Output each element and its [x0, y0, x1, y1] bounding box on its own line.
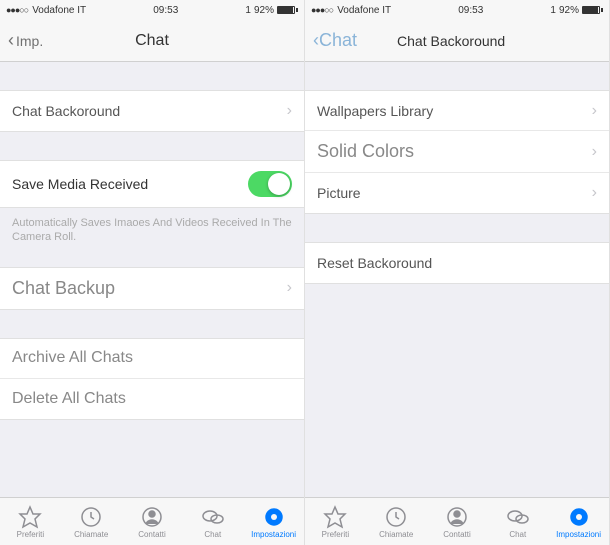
tab-contacts[interactable]: Contatti	[122, 498, 183, 545]
status-bar: ●●●○○ Vodafone IT 09:53 1 92%	[0, 0, 304, 20]
battery-text: 92%	[254, 5, 274, 16]
nav-title: Chat Backoround	[397, 33, 505, 49]
row-label: Chat Backoround	[12, 103, 120, 119]
save-media-description: Automatically Saves Imaoes And Videos Re…	[0, 208, 304, 253]
row-label: Wallpapers Library	[317, 103, 433, 119]
gear-icon	[567, 505, 591, 529]
row-archive-all[interactable]: Archive All Chats	[0, 339, 304, 379]
nav-bar: ‹ Imp. Chat	[0, 20, 304, 62]
tab-favorites[interactable]: Preferiti	[0, 498, 61, 545]
row-label: Archive All Chats	[12, 349, 133, 367]
star-icon	[18, 505, 42, 529]
battery-prefix: 1	[245, 5, 251, 16]
content-area: Wallpapers Library › Solid Colors › Pict…	[305, 62, 609, 497]
tab-bar: Preferiti Chiamate Contatti Chat Imposta…	[0, 497, 304, 545]
nav-title: Chat	[135, 32, 169, 50]
battery-text: 92%	[559, 5, 579, 16]
row-solid-colors[interactable]: Solid Colors ›	[305, 131, 609, 173]
phone-left: ●●●○○ Vodafone IT 09:53 1 92% ‹ Imp. Cha…	[0, 0, 305, 545]
chevron-right-icon: ›	[592, 143, 597, 161]
content-area: Chat Backoround › Save Media Received Au…	[0, 62, 304, 497]
battery-icon	[582, 6, 603, 14]
chevron-right-icon: ›	[592, 184, 597, 202]
chat-icon	[201, 505, 225, 529]
tab-chat[interactable]: Chat	[487, 498, 548, 545]
carrier-text: Vodafone IT	[337, 5, 391, 16]
phone-right: ●●●○○ Vodafone IT 09:53 1 92% ‹ Chat Cha…	[305, 0, 610, 545]
chevron-right-icon: ›	[592, 102, 597, 120]
row-label: Solid Colors	[317, 141, 414, 162]
tab-contacts[interactable]: Contatti	[427, 498, 488, 545]
row-wallpapers[interactable]: Wallpapers Library ›	[305, 91, 609, 131]
carrier-text: Vodafone IT	[32, 5, 86, 16]
status-time: 09:53	[458, 5, 483, 16]
back-label: Imp.	[16, 33, 43, 49]
tab-bar: Preferiti Chiamate Contatti Chat Imposta…	[305, 497, 609, 545]
battery-icon	[277, 6, 298, 14]
clock-icon	[79, 505, 103, 529]
chevron-left-icon: ‹	[8, 30, 14, 51]
tab-calls[interactable]: Chiamate	[366, 498, 427, 545]
contact-icon	[445, 505, 469, 529]
tab-favorites[interactable]: Preferiti	[305, 498, 366, 545]
back-button[interactable]: ‹ Imp.	[8, 30, 43, 51]
row-delete-all[interactable]: Delete All Chats	[0, 379, 304, 419]
row-chat-backup[interactable]: Chat Backup ›	[0, 268, 304, 309]
row-label: Chat Backup	[12, 278, 115, 299]
status-bar: ●●●○○ Vodafone IT 09:53 1 92%	[305, 0, 609, 20]
chat-icon	[506, 505, 530, 529]
toggle-save-media[interactable]	[248, 171, 292, 197]
clock-icon	[384, 505, 408, 529]
back-label: Chat	[319, 30, 357, 51]
row-label: Delete All Chats	[12, 390, 126, 408]
tab-settings[interactable]: Impostazioni	[243, 498, 304, 545]
tab-chat[interactable]: Chat	[182, 498, 243, 545]
signal-icon: ●●●○○	[311, 5, 333, 15]
battery-prefix: 1	[550, 5, 556, 16]
row-label: Save Media Received	[12, 176, 148, 192]
chevron-right-icon: ›	[287, 279, 292, 297]
tab-settings[interactable]: Impostazioni	[548, 498, 609, 545]
chevron-right-icon: ›	[287, 102, 292, 120]
back-button[interactable]: ‹ Chat	[313, 30, 357, 51]
row-label: Reset Backoround	[317, 255, 432, 271]
status-time: 09:53	[153, 5, 178, 16]
signal-icon: ●●●○○	[6, 5, 28, 15]
star-icon	[323, 505, 347, 529]
tab-calls[interactable]: Chiamate	[61, 498, 122, 545]
nav-bar: ‹ Chat Chat Backoround	[305, 20, 609, 62]
row-save-media[interactable]: Save Media Received	[0, 161, 304, 207]
row-chat-background[interactable]: Chat Backoround ›	[0, 91, 304, 131]
gear-icon	[262, 505, 286, 529]
contact-icon	[140, 505, 164, 529]
row-picture[interactable]: Picture ›	[305, 173, 609, 213]
row-label: Picture	[317, 185, 361, 201]
row-reset-background[interactable]: Reset Backoround	[305, 243, 609, 283]
